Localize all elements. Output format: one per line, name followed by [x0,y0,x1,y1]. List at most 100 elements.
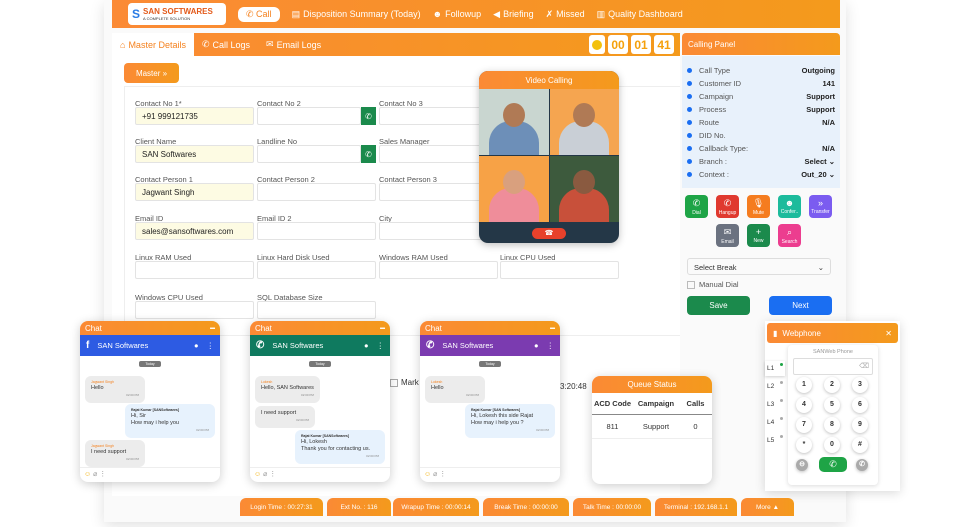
attachment-icon[interactable]: ⌀ ⋮ [263,471,276,478]
select-break-dropdown[interactable]: Select Break ⌄ [687,258,831,275]
form-input[interactable] [257,261,376,279]
email-button[interactable]: ✉ Email [716,224,739,247]
line-status-dot [780,363,783,366]
line-l4[interactable]: L4 [765,415,785,430]
info-icon[interactable]: ● [534,341,539,350]
dialpad-key[interactable]: 5 [824,397,840,413]
webphone-subtitle: SANWeb Phone [813,349,853,355]
form-input[interactable] [135,301,254,319]
save-button[interactable]: Save [687,296,750,315]
dialpad-key[interactable]: 0 [824,437,840,453]
master-button[interactable]: Master » [124,63,179,83]
bullet-icon [687,133,692,138]
dialpad-key[interactable]: 1 [796,377,812,393]
form-input[interactable]: Jagwant Singh [135,183,254,201]
dialpad-key[interactable]: 6 [852,397,868,413]
dial-button[interactable]: ✆ Dial [685,195,708,218]
form-input[interactable] [257,183,376,201]
action-icon: ⌕ [786,226,793,237]
mark-checkbox[interactable]: Mark [390,378,419,387]
nav-quality-dashboard[interactable]: ▥ Quality Dashboard [597,9,683,20]
dialpad-key[interactable]: 3 [852,377,868,393]
tab-master-details[interactable]: ⌂ Master Details [112,33,194,56]
form-input[interactable] [257,107,361,125]
date-divider: Today [479,361,501,367]
call-info-row[interactable]: Context : Out_20 ⌄ [687,168,835,181]
nav-followup[interactable]: ☻ Followup [433,9,482,19]
form-input[interactable] [379,261,498,279]
minimize-icon[interactable]: ━ [380,324,385,333]
line-label: L2 [767,383,775,390]
dialpad-key[interactable]: # [852,437,868,453]
dial-number-input[interactable]: ⌫ [793,358,873,375]
more-options-icon[interactable]: ⋮ [547,341,555,350]
minimize-icon[interactable]: ━ [550,324,555,333]
call-info-row: Call Type Outgoing [687,64,835,77]
info-value: Out_20 ⌄ [801,170,835,179]
video-participant [549,89,619,155]
nav-missed[interactable]: ✗ Missed [546,9,585,20]
message-text: Hello [431,385,444,391]
message-text: Hello [91,385,104,391]
form-input[interactable] [257,222,376,240]
emoji-icon[interactable]: ☺ [424,471,433,478]
nav-briefing[interactable]: ◀ Briefing [493,9,533,20]
more-options-icon[interactable]: ⋮ [377,341,385,350]
dialpad-key[interactable]: * [796,437,812,453]
dial-phone-button[interactable]: ✆ [361,145,376,163]
form-input[interactable]: +91 999121735 [135,107,254,125]
new-button[interactable]: + New [747,224,770,247]
more-options-icon[interactable]: ⋮ [207,341,215,350]
dialpad-key[interactable]: 9 [852,417,868,433]
search-button[interactable]: ⌕ Search [778,224,801,247]
dialpad-key[interactable]: 8 [824,417,840,433]
hangup-button[interactable]: ✆ Hangup [716,195,739,218]
close-icon[interactable]: ✕ [885,329,892,338]
info-value: Support [806,105,835,114]
dial-phone-button[interactable]: ✆ [361,107,376,125]
bullet-icon [687,68,692,73]
queue-title: Queue Status [592,376,712,393]
tab-call-logs[interactable]: ✆ Call Logs [194,33,258,56]
call-button[interactable]: ✆ [819,457,847,472]
more-button[interactable]: More ▲ [741,498,794,516]
next-button[interactable]: Next [769,296,832,315]
bullet-icon [687,159,692,164]
nav-disposition-summary[interactable]: ▤ Disposition Summary (Today) [292,9,421,20]
home-icon: ⌂ [120,39,126,50]
manual-dial-checkbox[interactable]: Manual Dial [687,280,739,289]
dialpad-key[interactable]: 7 [796,417,812,433]
info-icon[interactable]: ● [364,341,369,350]
dialpad-key[interactable]: 4 [796,397,812,413]
line-l5[interactable]: L5 [765,433,785,448]
minimize-icon[interactable]: ━ [210,324,215,333]
form-input[interactable] [257,145,361,163]
backspace-icon[interactable]: ⌫ [859,363,869,370]
line-l2[interactable]: L2 [765,379,785,394]
tab-email-logs[interactable]: ✉ Email Logs [258,33,329,56]
chat-contact-name: SAN Softwares [442,341,494,350]
form-input[interactable] [135,261,254,279]
form-input[interactable]: sales@sansoftwares.com [135,222,254,240]
call-info-row: Route N/A [687,116,835,129]
clear-button[interactable]: ⊖ [796,459,808,471]
confer-button[interactable]: ☻ Confer.. [778,195,801,218]
form-input[interactable]: SAN Softwares [135,145,254,163]
dialpad-key[interactable]: 2 [824,377,840,393]
mute-button[interactable]: 🎙 Mute [747,195,770,218]
line-l3[interactable]: L3 [765,397,785,412]
info-label: Branch : [699,157,727,166]
form-input[interactable] [500,261,619,279]
call-info-row[interactable]: Branch : Select ⌄ [687,155,835,168]
transfer-button[interactable]: » Transfer [809,195,832,218]
emoji-icon[interactable]: ☺ [254,471,263,478]
emoji-icon[interactable]: ☺ [84,471,93,478]
info-icon[interactable]: ● [194,341,199,350]
call-button[interactable]: ✆ Call [238,6,280,22]
attachment-icon[interactable]: ⌀ ⋮ [433,471,446,478]
transfer-call-button[interactable]: ✆ [856,459,868,471]
line-l1[interactable]: L1 [765,361,785,376]
attachment-icon[interactable]: ⌀ ⋮ [93,471,106,478]
hangup-video-button[interactable]: ☎ [532,228,566,239]
form-input[interactable] [257,301,376,319]
